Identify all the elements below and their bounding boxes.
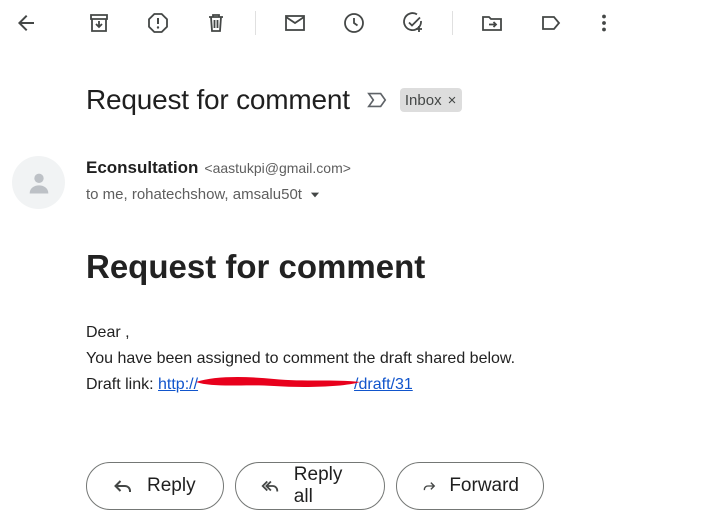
reply-label: Reply bbox=[147, 475, 196, 496]
sender-line: Econsultation <aastukpi@gmail.com> bbox=[86, 158, 351, 178]
reply-button[interactable]: Reply bbox=[86, 462, 224, 510]
action-buttons: Reply Reply all Forward bbox=[86, 462, 555, 510]
draft-link-start: http:// bbox=[158, 376, 199, 393]
sender-email: <aastukpi@gmail.com> bbox=[204, 160, 351, 176]
add-to-tasks-icon[interactable] bbox=[396, 6, 430, 40]
recipients-line: to me, rohatechshow, amsalu50t bbox=[86, 186, 322, 203]
delete-icon[interactable] bbox=[199, 6, 233, 40]
draft-link-line: Draft link: http:// /draft/31 bbox=[86, 372, 515, 398]
draft-link[interactable]: http:// /draft/31 bbox=[158, 376, 413, 393]
archive-icon[interactable] bbox=[82, 6, 116, 40]
email-subject: Request for comment bbox=[86, 84, 350, 115]
avatar[interactable] bbox=[12, 156, 65, 209]
move-to-icon[interactable] bbox=[475, 6, 509, 40]
reply-icon bbox=[114, 480, 131, 492]
draft-link-prefix: Draft link: bbox=[86, 376, 159, 393]
greeting: Dear , bbox=[86, 324, 130, 341]
toolbar bbox=[0, 0, 701, 46]
importance-marker-icon[interactable] bbox=[366, 89, 388, 111]
body-line: You have been assigned to comment the dr… bbox=[86, 350, 516, 367]
reply-all-label: Reply all bbox=[293, 464, 343, 507]
remove-label-icon[interactable]: × bbox=[448, 92, 457, 109]
report-spam-icon[interactable] bbox=[141, 6, 175, 40]
more-options-icon[interactable] bbox=[587, 6, 621, 40]
label-chip-inbox: Inbox × bbox=[399, 88, 463, 112]
label-chip-text: Inbox bbox=[404, 91, 442, 109]
label-icon[interactable] bbox=[534, 6, 568, 40]
body-text: Dear , You have been assigned to comment… bbox=[86, 320, 515, 398]
mark-unread-icon[interactable] bbox=[278, 6, 312, 40]
toolbar-divider bbox=[452, 11, 453, 35]
reply-all-icon bbox=[261, 480, 279, 492]
toolbar-divider bbox=[255, 11, 256, 35]
show-details-caret-icon[interactable] bbox=[308, 188, 322, 202]
snooze-icon[interactable] bbox=[337, 6, 371, 40]
forward-button[interactable]: Forward bbox=[396, 462, 544, 510]
reply-all-button[interactable]: Reply all bbox=[235, 462, 385, 510]
forward-label: Forward bbox=[449, 475, 519, 496]
back-arrow-icon[interactable] bbox=[9, 6, 43, 40]
sender-name[interactable]: Econsultation bbox=[86, 158, 198, 178]
forward-icon bbox=[423, 482, 436, 491]
subject-row: Request for comment Inbox × bbox=[86, 82, 463, 118]
redaction-mark bbox=[196, 377, 361, 387]
draft-link-end: /draft/31 bbox=[354, 376, 413, 393]
body-heading: Request for comment bbox=[86, 248, 426, 285]
recipients-text: to me, rohatechshow, amsalu50t bbox=[86, 186, 302, 203]
